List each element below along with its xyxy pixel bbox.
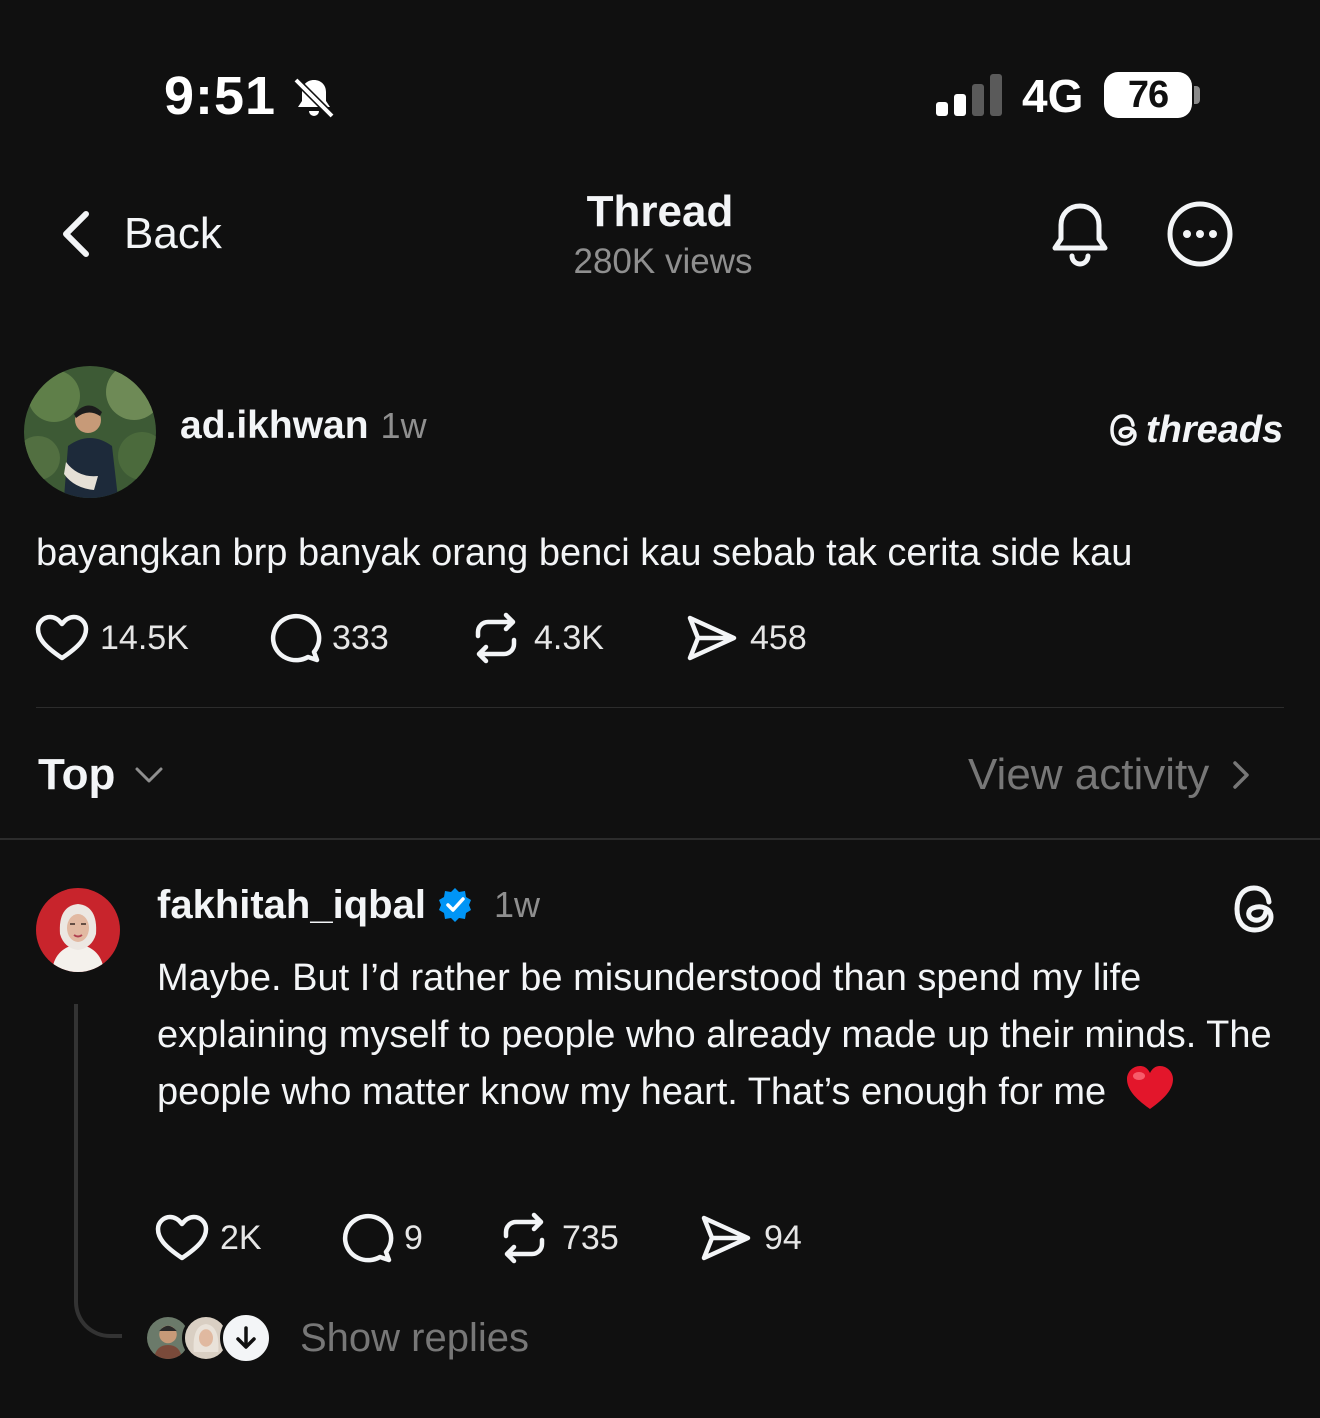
reply-like-button[interactable]: 2K [154,1210,338,1266]
reply-repost-button[interactable]: 735 [496,1210,698,1266]
show-replies-button[interactable]: Show replies [144,1312,529,1364]
heart-icon [35,614,89,661]
battery-level: 76 [1127,73,1169,116]
reply-body: Maybe. But I’d rather be misunderstood t… [157,957,1272,1113]
repost-icon [475,612,517,664]
signal-icon [936,74,1002,116]
divider [36,707,1284,708]
like-count: 14.5K [100,619,189,657]
reply-comment-button[interactable]: 9 [338,1210,496,1266]
repost-count: 4.3K [534,619,604,657]
threads-logo-icon [1110,414,1137,446]
thread-line [74,1004,122,1338]
reply-text: Maybe. But I’d rather be misunderstood t… [157,950,1287,1121]
more-icon[interactable] [1166,200,1234,268]
red-heart-emoji [1126,1065,1173,1109]
heart-icon [155,1214,209,1261]
sort-dropdown[interactable]: Top [38,748,167,802]
reply-repost-count: 735 [562,1219,619,1257]
battery-icon: 76 [1104,72,1192,118]
show-replies-label: Show replies [300,1316,530,1360]
send-icon [701,1215,751,1261]
reply-share-count: 94 [764,1219,802,1257]
repost-icon [503,1212,545,1264]
page-title: Thread [586,187,734,236]
post-author: ad.ikhwan 1w [180,402,427,450]
reply-like-count: 2K [220,1219,262,1257]
reply-time: 1w [493,884,540,925]
post-time: 1w [380,405,427,446]
like-button[interactable]: 14.5K [34,610,266,666]
chevron-right-icon [1233,761,1250,789]
repost-button[interactable]: 4.3K [468,610,684,666]
comment-icon [342,1213,394,1263]
arrow-down-icon [236,1326,256,1349]
comment-icon [270,613,322,663]
view-activity-link[interactable]: View activity [968,748,1255,802]
post-username[interactable]: ad.ikhwan [180,402,369,450]
reply-actions: 2K 9 735 94 [154,1210,802,1266]
bell-icon[interactable] [1048,200,1112,268]
reply-username[interactable]: fakhitah_iqbal [157,880,426,930]
view-count: 280K views [573,242,753,281]
back-button[interactable]: Back [56,206,222,262]
back-label: Back [124,209,222,258]
verified-badge-icon [438,888,471,922]
battery-tip [1194,86,1200,104]
status-time: 9:51 [164,66,277,126]
chevron-left-icon [63,211,89,257]
section-divider [0,838,1320,840]
send-icon [687,615,737,661]
post-actions: 14.5K 333 4.3K 458 [34,610,807,666]
reply-button[interactable]: 333 [266,610,468,666]
sort-label: Top [38,750,116,799]
threads-logo-icon[interactable] [1232,882,1282,936]
threads-watermark: threads [1108,408,1283,452]
share-count: 458 [750,619,807,657]
reply-author: fakhitah_iqbal 1w [157,880,540,930]
threads-wordmark: threads [1146,409,1284,451]
chevron-down-icon [135,767,163,783]
reply-avatar[interactable] [36,888,120,972]
avatar[interactable] [24,366,156,498]
post-text: bayangkan brp banyak orang benci kau seb… [36,532,1133,574]
bell-muted-icon [293,77,335,119]
share-button[interactable]: 458 [684,610,807,666]
reply-comment-count: 9 [404,1219,423,1257]
reply-share-button[interactable]: 94 [698,1210,802,1266]
network-label: 4G [1022,70,1084,122]
reply-count: 333 [332,619,389,657]
view-activity-label: View activity [968,750,1210,799]
expand-replies [220,1312,272,1364]
